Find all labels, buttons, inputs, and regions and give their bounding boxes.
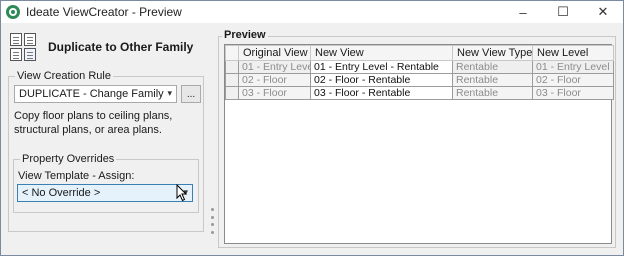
title-bar[interactable]: Ideate ViewCreator - Preview – ☐ ✕ xyxy=(1,1,623,23)
rule-header: Duplicate to Other Family xyxy=(8,28,204,66)
view-creation-rule-legend: View Creation Rule xyxy=(15,70,113,82)
preview-table: Original View New View New View Type New… xyxy=(225,45,614,100)
new-level-cell: 01 - Entry Level xyxy=(532,60,614,74)
view-template-value: < No Override > xyxy=(22,187,101,199)
new-level-cell: 02 - Floor xyxy=(532,73,614,87)
row-selector[interactable] xyxy=(225,60,239,74)
mouse-cursor-icon xyxy=(176,184,188,202)
original-view-cell: 02 - Floor xyxy=(238,73,311,87)
property-overrides-legend: Property Overrides xyxy=(20,153,117,165)
table-row[interactable]: 03 - Floor 03 - Floor - Rentable Rentabl… xyxy=(225,86,614,100)
original-view-cell: 01 - Entry Level xyxy=(238,60,311,74)
new-view-cell[interactable]: 03 - Floor - Rentable xyxy=(310,86,453,100)
table-row[interactable]: 01 - Entry Level 01 - Entry Level - Rent… xyxy=(225,60,614,74)
rule-description: Copy floor plans to ceiling plans, struc… xyxy=(14,110,173,136)
new-view-cell[interactable]: 01 - Entry Level - Rentable xyxy=(310,60,453,74)
new-view-type-cell: Rentable xyxy=(452,73,533,87)
new-view-type-cell: Rentable xyxy=(452,86,533,100)
view-template-label: View Template - Assign: xyxy=(18,170,135,182)
property-overrides-group: Property Overrides View Template - Assig… xyxy=(13,153,199,213)
original-view-cell: 03 - Floor xyxy=(238,86,311,100)
preview-grid[interactable]: Original View New View New View Type New… xyxy=(224,44,614,244)
row-selector[interactable] xyxy=(225,73,239,87)
panel-splitter-handle[interactable] xyxy=(210,208,214,234)
new-view-cell[interactable]: 02 - Floor - Rentable xyxy=(310,73,453,87)
chevron-down-icon: ▾ xyxy=(167,88,172,98)
view-template-dropdown[interactable]: < No Override > ▾ xyxy=(17,184,193,202)
new-view-type-cell: Rentable xyxy=(452,60,533,74)
view-creation-rule-dropdown[interactable]: DUPLICATE - Change Family ▾ xyxy=(14,85,177,103)
maximize-button[interactable]: ☐ xyxy=(543,1,583,23)
left-panel: Duplicate to Other Family View Creation … xyxy=(8,28,204,248)
minimize-button[interactable]: – xyxy=(503,1,543,23)
rule-title: Duplicate to Other Family xyxy=(48,40,194,54)
view-creation-rule-group: View Creation Rule DUPLICATE - Change Fa… xyxy=(8,70,204,232)
window-title: Ideate ViewCreator - Preview xyxy=(26,5,182,19)
table-row[interactable]: 02 - Floor 02 - Floor - Rentable Rentabl… xyxy=(225,73,614,87)
row-header-corner xyxy=(225,45,239,61)
view-creation-rule-value: DUPLICATE - Change Family xyxy=(19,88,164,100)
window-controls: – ☐ ✕ xyxy=(503,1,623,23)
row-selector[interactable] xyxy=(225,86,239,100)
close-button[interactable]: ✕ xyxy=(583,1,623,23)
ideate-app-icon xyxy=(6,5,20,19)
preview-legend: Preview xyxy=(222,29,268,41)
column-header-new-view[interactable]: New View xyxy=(310,45,453,61)
new-level-cell: 03 - Floor xyxy=(532,86,614,100)
duplicate-views-icon xyxy=(8,31,40,63)
table-header-row: Original View New View New View Type New… xyxy=(225,45,614,61)
column-header-original-view[interactable]: Original View xyxy=(238,45,311,61)
column-header-new-view-type[interactable]: New View Type xyxy=(452,45,533,61)
column-header-new-level[interactable]: New Level xyxy=(532,45,614,61)
browse-rule-button[interactable]: ... xyxy=(181,85,201,103)
